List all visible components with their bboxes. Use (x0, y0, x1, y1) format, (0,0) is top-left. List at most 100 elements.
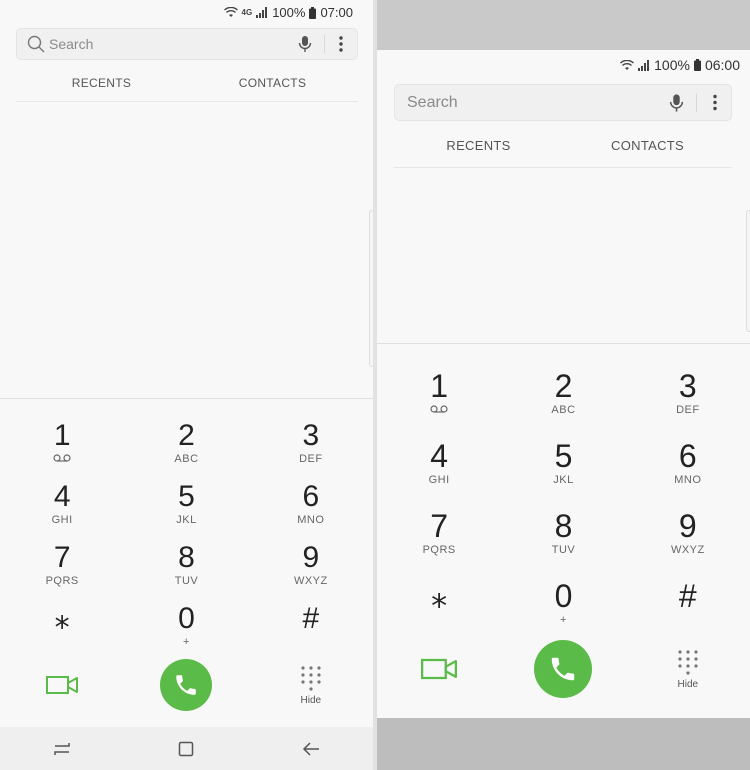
microphone-icon[interactable] (298, 35, 312, 53)
dialpad: 1 2 ABC 3 DEF 4 GHI 5 JKL 6 MNO 7 PQRS 8 TUV 9 WXYZ ⁎ 0 + # … (0, 398, 373, 727)
recent-apps-button[interactable] (42, 734, 82, 764)
dial-key[interactable]: ⁎ (377, 568, 501, 638)
back-icon (302, 741, 319, 756)
dial-key-digit: 2 (178, 419, 195, 452)
search-divider (324, 35, 325, 53)
call-button[interactable] (124, 659, 248, 711)
dial-key[interactable]: 0 + (124, 596, 248, 657)
tab-contacts[interactable]: CONTACTS (563, 138, 732, 167)
battery-percent: 100% (272, 5, 306, 20)
dial-key-digit: # (302, 602, 320, 635)
signal-icon (256, 7, 268, 18)
dial-key[interactable]: 6 MNO (249, 474, 373, 535)
clock: 06:00 (704, 57, 740, 73)
dial-key[interactable]: 7 PQRS (0, 535, 124, 596)
video-call-button[interactable] (377, 657, 501, 681)
dial-key[interactable]: 0 + (501, 568, 625, 638)
more-options-icon[interactable] (339, 36, 343, 52)
dial-key-digit: # (678, 577, 697, 614)
video-call-button[interactable] (0, 675, 124, 695)
dial-key[interactable]: 1 (377, 358, 501, 428)
dial-key[interactable]: 8 TUV (124, 535, 248, 596)
dial-key[interactable]: 1 (0, 413, 124, 474)
phone-icon (552, 657, 575, 681)
battery-icon (309, 6, 317, 19)
dial-key-letters: DEF (676, 403, 700, 416)
dial-key-letters: GHI (428, 473, 450, 486)
microphone-icon[interactable] (669, 93, 684, 113)
dial-key[interactable]: 4 GHI (377, 428, 501, 498)
home-button[interactable] (166, 734, 206, 764)
network-type-label: 4G (241, 7, 253, 17)
signal-icon (638, 59, 650, 71)
dial-key-digit: 8 (554, 507, 573, 544)
dial-key-digit: 6 (302, 480, 320, 513)
dial-key-letters: + (560, 613, 567, 626)
navigation-bar (0, 727, 373, 770)
dial-key[interactable]: 5 JKL (124, 474, 248, 535)
search-bar[interactable]: Search (394, 84, 732, 121)
dial-key[interactable]: 5 JKL (501, 428, 625, 498)
call-button[interactable] (501, 640, 625, 698)
tab-recents[interactable]: RECENTS (16, 76, 187, 101)
background-strip (377, 718, 750, 770)
phone-icon (176, 675, 197, 695)
dial-key[interactable]: 6 MNO (626, 428, 750, 498)
dial-key-digit: 3 (302, 419, 320, 452)
hide-label: Hide (677, 678, 699, 690)
dial-key-digit: 3 (678, 367, 697, 404)
dial-key-digit: 2 (554, 367, 573, 404)
hide-keypad-button[interactable]: Hide (626, 649, 750, 690)
dial-key-letters: GHI (51, 514, 73, 526)
wifi-icon (223, 7, 238, 17)
dial-key-digit: 0 (178, 602, 195, 635)
hide-keypad-button[interactable]: Hide (249, 665, 373, 706)
tab-contacts[interactable]: CONTACTS (187, 76, 358, 101)
search-bar[interactable]: Search (16, 28, 358, 60)
magnifier-icon (27, 35, 45, 53)
dial-key-digit: 1 (430, 367, 449, 404)
battery-percent: 100% (654, 57, 690, 73)
dial-key[interactable]: # (626, 568, 750, 638)
dial-key[interactable]: 3 DEF (626, 358, 750, 428)
dial-key-letters: TUV (551, 543, 576, 556)
dial-key[interactable]: # (249, 596, 373, 657)
dial-key[interactable]: 4 GHI (0, 474, 124, 535)
status-bar: 100% 06:00 (620, 57, 740, 73)
dial-key-digit: 5 (554, 437, 573, 474)
dial-key-digit: 6 (678, 437, 697, 474)
dial-key-digit: 5 (178, 480, 195, 513)
hide-label: Hide (300, 694, 322, 706)
dial-key-digit: 1 (53, 419, 71, 452)
dial-key[interactable]: 3 DEF (249, 413, 373, 474)
more-options-icon[interactable] (713, 94, 717, 111)
dialpad: 1 2 ABC 3 DEF 4 GHI 5 JKL 6 MNO 7 PQRS 8 TUV 9 WXYZ ⁎ 0 + # … (377, 343, 750, 718)
dial-key-digit: 7 (430, 507, 449, 544)
content-area (377, 168, 750, 343)
dial-key-digit: ⁎ (54, 602, 70, 635)
search-input[interactable]: Search (407, 94, 669, 112)
dial-key-letters: JKL (553, 473, 574, 486)
edge-panel-handle[interactable] (746, 210, 750, 332)
dial-key-digit: 4 (430, 437, 449, 474)
dial-key[interactable]: 8 TUV (501, 498, 625, 568)
dial-key[interactable]: ⁎ (0, 596, 124, 657)
dial-key[interactable]: 9 WXYZ (626, 498, 750, 568)
search-input[interactable]: Search (49, 36, 298, 52)
dial-key-digit: 9 (678, 507, 697, 544)
dial-key-digit: ⁎ (431, 577, 448, 614)
dial-key[interactable]: 2 ABC (501, 358, 625, 428)
recent-apps-icon (54, 742, 70, 755)
dial-key-letters: JKL (176, 514, 197, 526)
dial-key[interactable]: 2 ABC (124, 413, 248, 474)
dial-key[interactable]: 9 WXYZ (249, 535, 373, 596)
dial-key-letters: WXYZ (670, 543, 705, 556)
dial-key-letters: ABC (551, 403, 576, 416)
dial-key[interactable]: 7 PQRS (377, 498, 501, 568)
dial-key-letters: PQRS (422, 543, 456, 556)
back-button[interactable] (291, 734, 331, 764)
video-call-icon (421, 658, 458, 680)
keypad-hide-icon (678, 649, 698, 675)
tab-recents[interactable]: RECENTS (394, 138, 563, 167)
wifi-icon (620, 59, 635, 70)
